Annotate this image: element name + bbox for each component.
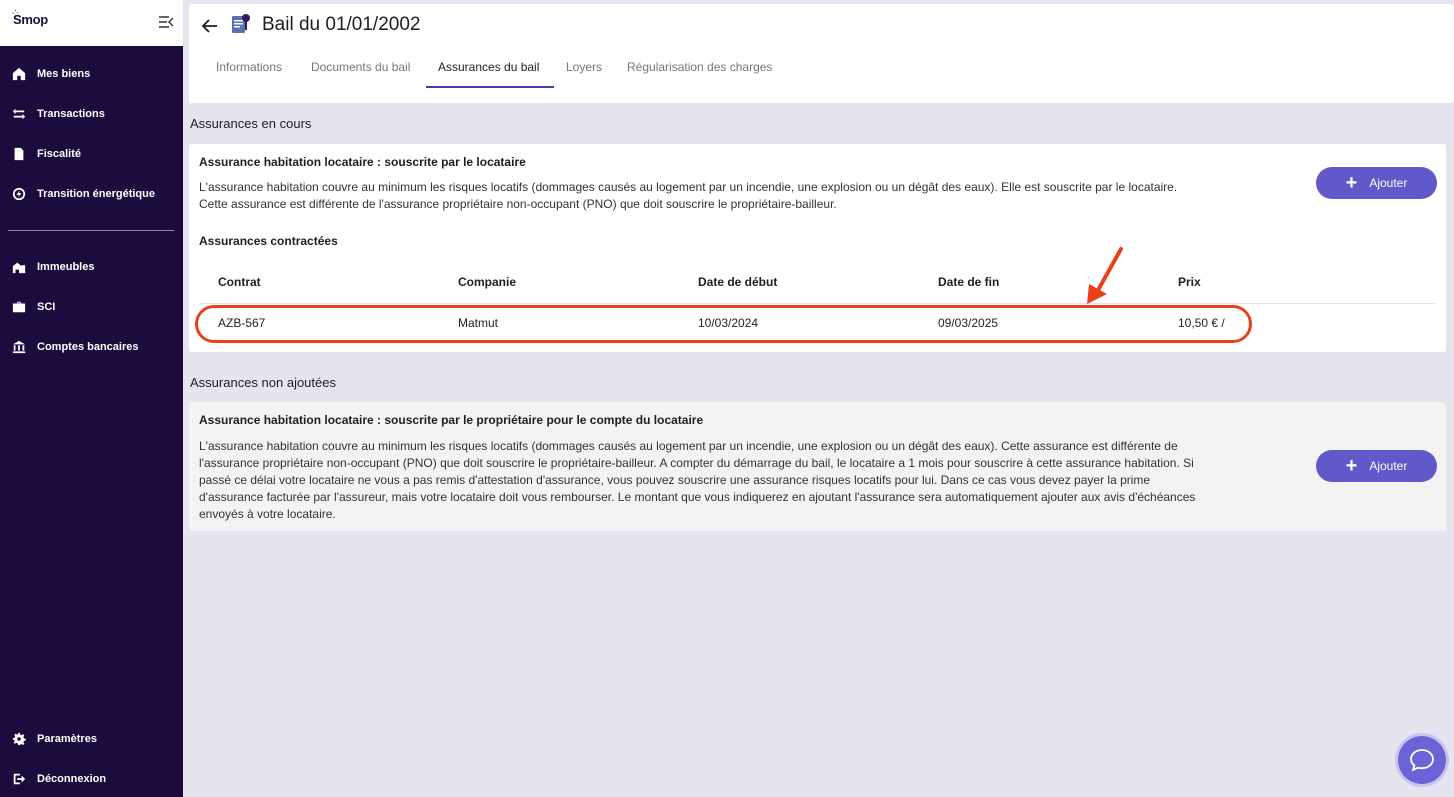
home-icon xyxy=(12,67,26,81)
add-not-added-insurance-button[interactable]: + Ajouter xyxy=(1316,450,1437,482)
app-logo[interactable]: ⁘ Smop xyxy=(12,9,48,27)
description-line: L'assurance habitation couvre au minimum… xyxy=(199,439,1178,453)
add-button-label: Ajouter xyxy=(1369,176,1408,190)
current-card-description: L'assurance habitation couvre au minimum… xyxy=(199,179,1177,213)
energy-icon xyxy=(12,187,26,201)
sidebar-item-label: Comptes bancaires xyxy=(37,341,139,353)
swap-icon xyxy=(12,107,26,121)
sidebar-item-label: SCI xyxy=(37,301,56,313)
row-highlight-annotation xyxy=(195,305,1252,343)
sidebar-item-transition-energetique[interactable]: Transition énergétique xyxy=(0,179,183,209)
column-header-prix: Prix xyxy=(1178,275,1201,289)
description-line: L'assurance habitation couvre au minimum… xyxy=(199,180,1178,194)
column-header-contrat: Contrat xyxy=(218,275,261,289)
tab-assurances-du-bail[interactable]: Assurances du bail xyxy=(438,60,539,74)
table-header-divider xyxy=(199,303,1436,304)
sidebar-item-label: Transactions xyxy=(37,108,105,120)
contracts-title: Assurances contractées xyxy=(199,234,338,248)
not-added-card-description: L'assurance habitation couvre au minimum… xyxy=(199,438,1195,523)
description-line: passé ce délai votre locataire ne vous a… xyxy=(199,473,1151,487)
sidebar-item-label: Transition énergétique xyxy=(37,188,155,200)
add-button-label: Ajouter xyxy=(1369,459,1408,473)
sidebar-item-deconnexion[interactable]: Déconnexion xyxy=(0,764,183,794)
sidebar-header: ⁘ Smop xyxy=(0,0,183,46)
briefcase-icon xyxy=(12,300,26,314)
sidebar-item-sci[interactable]: SCI xyxy=(0,292,183,322)
sidebar-item-label: Fiscalité xyxy=(37,148,82,160)
column-header-date-fin: Date de fin xyxy=(938,275,1000,289)
sidebar-item-parametres[interactable]: Paramètres xyxy=(0,724,183,754)
sidebar-item-label: Immeubles xyxy=(37,261,95,273)
bank-icon xyxy=(12,340,26,354)
sidebar-item-label: Déconnexion xyxy=(37,773,107,785)
gear-icon xyxy=(12,732,26,746)
sidebar-item-immeubles[interactable]: Immeubles xyxy=(0,252,183,282)
back-arrow-icon[interactable] xyxy=(201,17,219,35)
collapse-sidebar-icon[interactable] xyxy=(158,14,174,30)
sidebar-item-transactions[interactable]: Transactions xyxy=(0,99,183,129)
plus-icon: + xyxy=(1345,172,1358,194)
current-card-title: Assurance habitation locataire : souscri… xyxy=(199,155,526,169)
column-header-date-debut: Date de début xyxy=(698,275,778,289)
document-icon xyxy=(12,147,26,161)
sidebar-item-label: Mes biens xyxy=(37,68,91,80)
sidebar-divider xyxy=(8,230,174,231)
add-current-insurance-button[interactable]: + Ajouter xyxy=(1316,167,1437,199)
lease-document-icon xyxy=(230,13,252,35)
tab-informations[interactable]: Informations xyxy=(216,60,282,74)
tab-regularisation-des-charges[interactable]: Régularisation des charges xyxy=(627,60,772,74)
chat-support-button[interactable] xyxy=(1398,736,1446,784)
page-title: Bail du 01/01/2002 xyxy=(262,14,421,35)
section-title-not-added: Assurances non ajoutées xyxy=(190,375,336,390)
sidebar-item-mes-biens[interactable]: Mes biens xyxy=(0,59,183,89)
not-added-card-title: Assurance habitation locataire : souscri… xyxy=(199,413,704,427)
section-title-current: Assurances en cours xyxy=(190,116,312,131)
description-line: Cette assurance est différente de l'assu… xyxy=(199,197,837,211)
sidebar-item-label: Paramètres xyxy=(37,733,97,745)
sidebar-item-fiscalite[interactable]: Fiscalité xyxy=(0,139,183,169)
description-line: l'assurance propriétaire non-occupant (P… xyxy=(199,456,1194,470)
buildings-icon xyxy=(12,260,26,274)
sidebar-item-comptes-bancaires[interactable]: Comptes bancaires xyxy=(0,332,183,362)
annotation-arrow-icon xyxy=(1083,246,1125,308)
active-tab-indicator xyxy=(426,86,554,88)
chat-bubble-icon xyxy=(1410,749,1434,772)
description-line: envoyés à votre locataire. xyxy=(199,507,336,521)
description-line: d'assurance facturée par l'assureur, mai… xyxy=(199,490,1196,504)
sidebar: ⁘ Smop Mes biens Transactions Fiscalité T… xyxy=(0,0,183,797)
tab-loyers[interactable]: Loyers xyxy=(566,60,602,74)
tab-documents-du-bail[interactable]: Documents du bail xyxy=(311,60,410,74)
plus-icon: + xyxy=(1345,455,1358,477)
logout-icon xyxy=(12,772,26,786)
column-header-companie: Companie xyxy=(458,275,517,289)
